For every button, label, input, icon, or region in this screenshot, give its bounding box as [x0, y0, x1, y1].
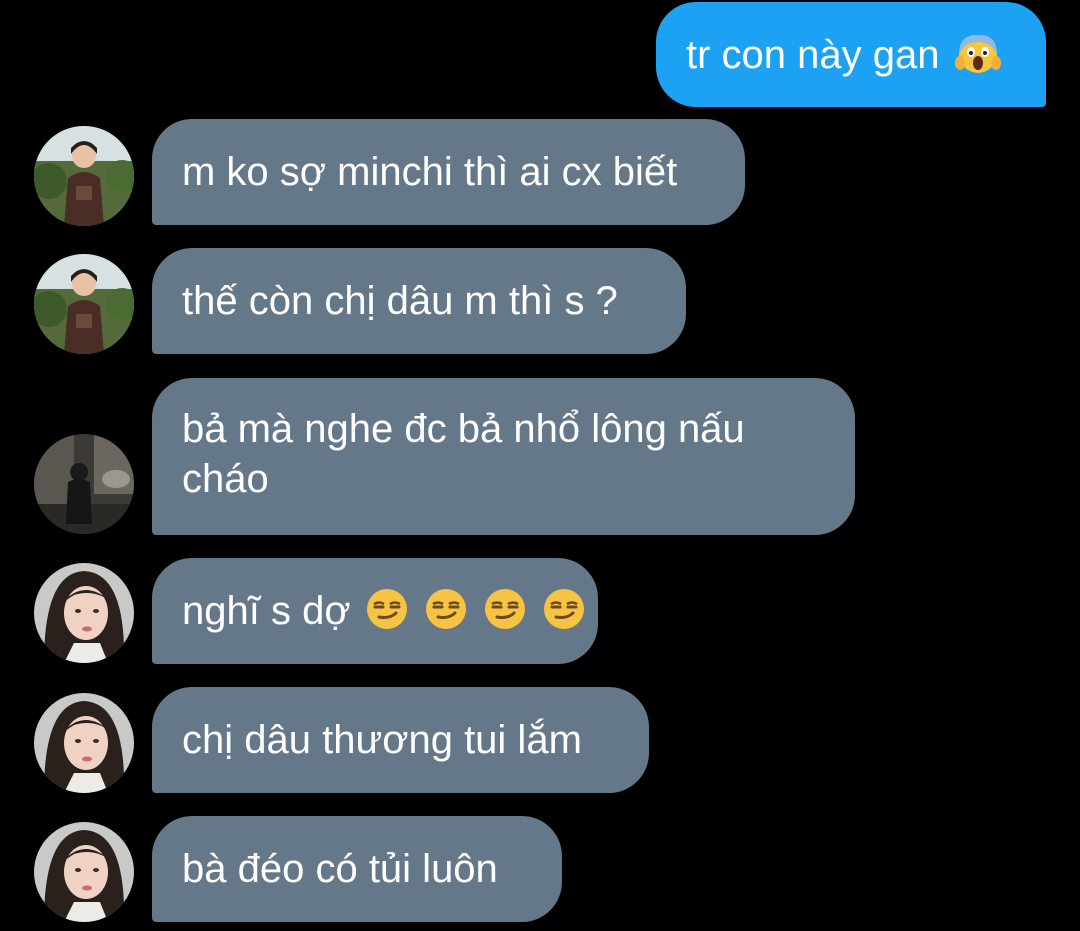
girl-portrait-avatar-icon: [34, 822, 134, 922]
incoming-message-bubble[interactable]: chị dâu thương tui lắm: [152, 687, 649, 793]
avatar-street-person[interactable]: [34, 434, 134, 534]
girl-portrait-avatar-icon: [34, 693, 134, 793]
avatar-girl-portrait[interactable]: [34, 563, 134, 663]
avatar-girl-portrait[interactable]: [34, 693, 134, 793]
avatar-child-outdoor[interactable]: [34, 126, 134, 226]
incoming-message-bubble[interactable]: thế còn chị dâu m thì s ?: [152, 248, 686, 354]
outgoing-message-bubble[interactable]: tr con này gan: [656, 2, 1046, 107]
smirking-face-emoji-icon: [484, 589, 525, 629]
smirking-face-emoji-icon: [544, 589, 585, 629]
incoming-message-bubble[interactable]: m ko sợ minchi thì ai cx biết: [152, 119, 745, 225]
screaming-face-emoji-icon: [954, 34, 1001, 73]
child-outdoor-avatar-icon: [34, 254, 134, 354]
message-text: nghĩ s dợ: [182, 589, 351, 633]
smirking-face-emoji-icon: [425, 589, 466, 629]
child-outdoor-avatar-icon: [34, 126, 134, 226]
incoming-message-bubble[interactable]: bà đéo có tủi luôn: [152, 816, 562, 922]
girl-portrait-avatar-icon: [34, 563, 134, 663]
message-text-line: cháo: [182, 457, 269, 501]
message-text: chị dâu thương tui lắm: [182, 718, 582, 762]
message-text: thế còn chị dâu m thì s ?: [182, 279, 618, 323]
street-person-avatar-icon: [34, 434, 134, 534]
smirking-face-emoji-icon: [366, 589, 407, 629]
message-text: m ko sợ minchi thì ai cx biết: [182, 150, 678, 194]
incoming-message-bubble[interactable]: bả mà nghe đc bả nhổ lông nấu cháo: [152, 378, 855, 535]
message-text-line: bả mà nghe đc bả nhổ lông nấu: [182, 407, 745, 451]
message-text: tr con này gan: [686, 33, 940, 77]
message-text: bà đéo có tủi luôn: [182, 847, 498, 891]
avatar-girl-portrait[interactable]: [34, 822, 134, 922]
incoming-message-bubble[interactable]: nghĩ s dợ: [152, 558, 598, 664]
avatar-child-outdoor[interactable]: [34, 254, 134, 354]
